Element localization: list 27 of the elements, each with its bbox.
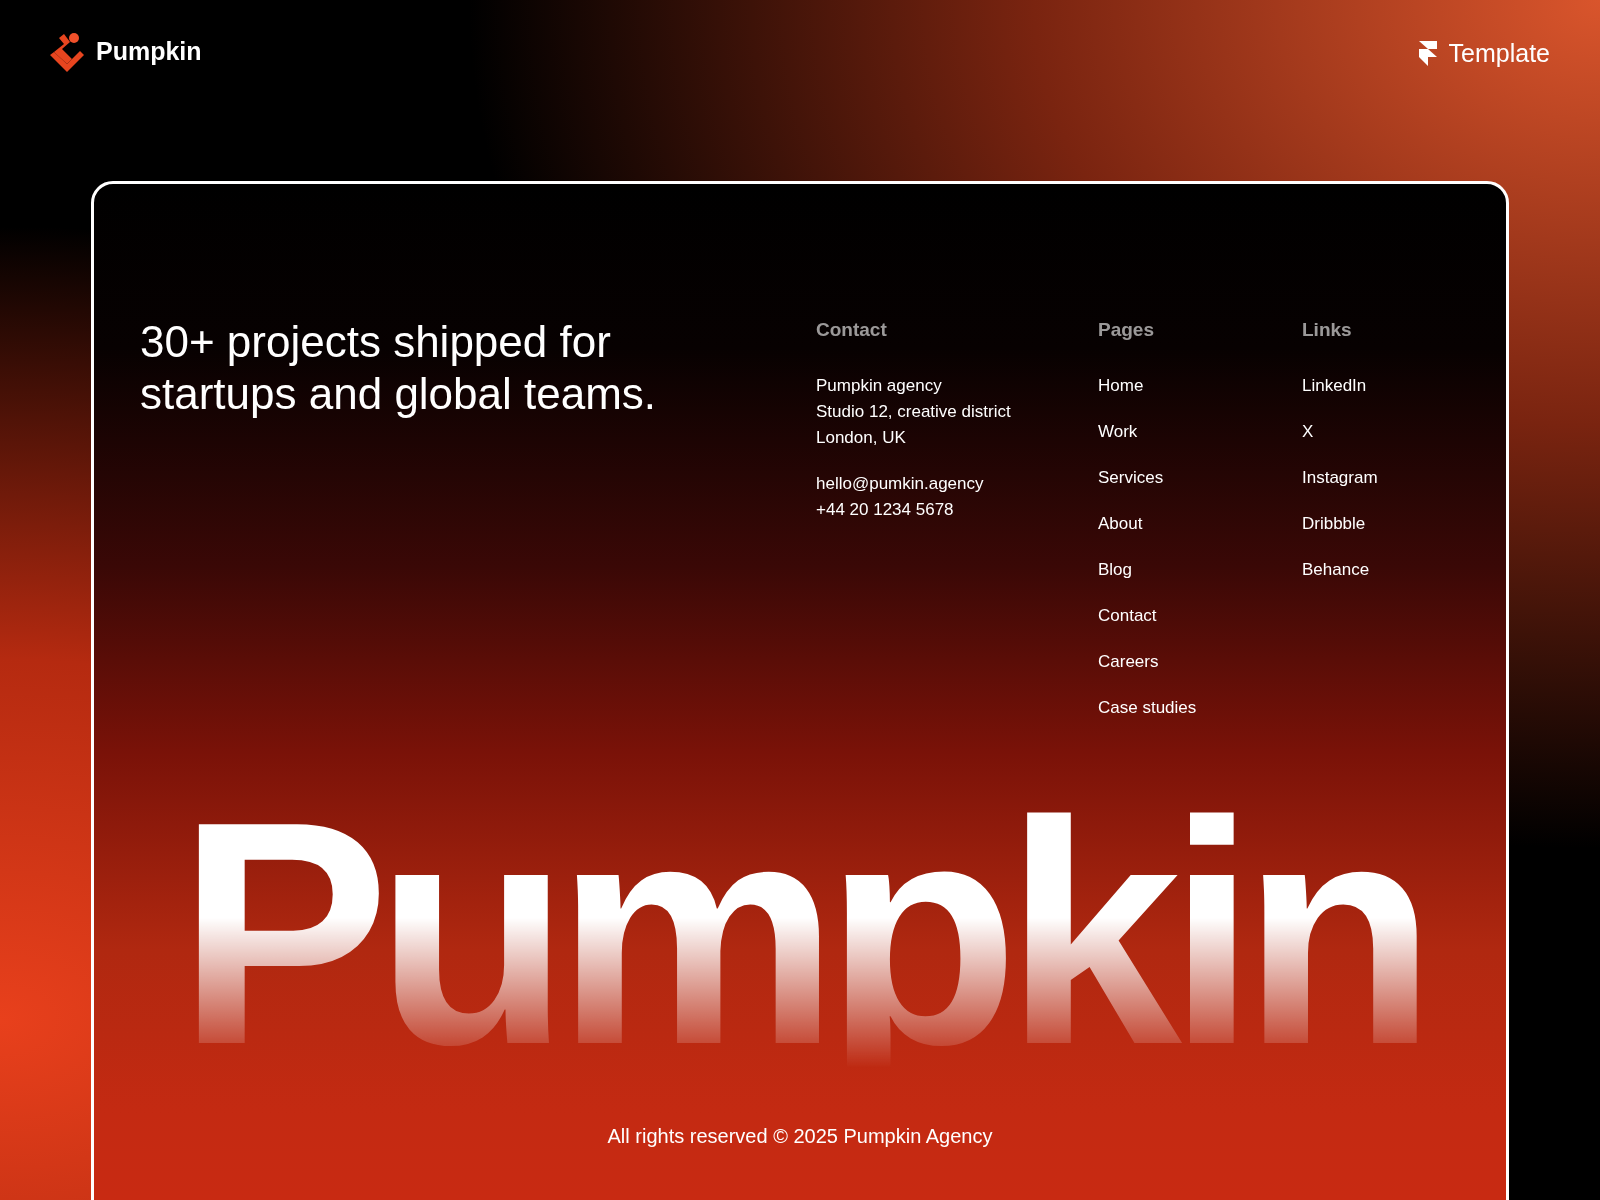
headline: 30+ projects shipped for startups and global teams.	[140, 316, 658, 420]
footer-link[interactable]: Work	[1098, 418, 1138, 445]
footer-link[interactable]: Careers	[1098, 648, 1159, 675]
brand-name[interactable]: Pumpkin	[96, 33, 202, 71]
address-line: London, UK	[816, 426, 906, 449]
phone-link[interactable]: +44 20 1234 5678	[816, 496, 954, 523]
footer-link[interactable]: Dribbble	[1302, 510, 1366, 537]
address-line: Studio 12, creative district	[816, 400, 1011, 423]
template-link[interactable]: Template	[1448, 35, 1550, 73]
column-title: Links	[1302, 318, 1353, 342]
footer-link[interactable]: About	[1098, 510, 1143, 537]
copyright-text: All rights reserved © 2025 Pumpkin Agency	[607, 1123, 993, 1149]
footer-link[interactable]: Contact	[1098, 602, 1157, 629]
footer-link[interactable]: Instagram	[1302, 464, 1378, 491]
framer-icon	[1418, 41, 1437, 67]
logo-icon	[50, 32, 84, 72]
footer-link[interactable]: Blog	[1098, 556, 1133, 583]
footer-link[interactable]: Services	[1098, 464, 1164, 491]
email-link[interactable]: hello@pumkin.agency	[816, 470, 984, 497]
footer-link[interactable]: X	[1302, 418, 1314, 445]
address-line: Pumpkin agency	[816, 374, 942, 397]
column-title: Pages	[1098, 318, 1155, 342]
footer-link[interactable]: Home	[1098, 372, 1144, 399]
footer-link[interactable]: LinkedIn	[1302, 372, 1367, 399]
footer-link[interactable]: Behance	[1302, 556, 1370, 583]
column-title: Contact	[816, 318, 888, 342]
footer-link[interactable]: Case studies	[1098, 694, 1197, 721]
